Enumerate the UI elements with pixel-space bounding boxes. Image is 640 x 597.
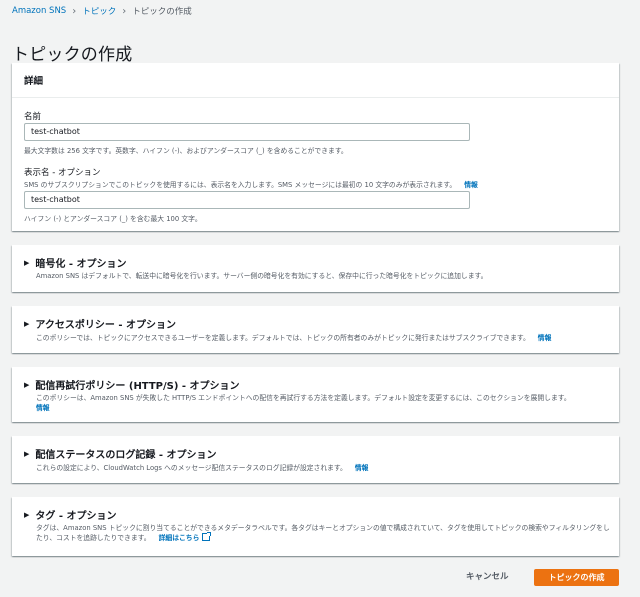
encryption-toggle[interactable]: ▶ 暗号化 - オプション xyxy=(24,255,127,271)
encryption-title: 暗号化 - オプション xyxy=(35,259,127,270)
cancel-button[interactable]: キャンセル xyxy=(466,570,509,582)
access-policy-info-link[interactable]: 情報 xyxy=(538,334,552,342)
logging-description: これらの設定により、CloudWatch Logs へのメッセージ配信ステータス… xyxy=(36,463,611,473)
display-name-desc-text: SMS のサブスクリプションでこのトピックを使用するには、表示名を入力します。S… xyxy=(24,181,457,189)
access-policy-description: このポリシーでは、トピックにアクセスできるユーザーを定義します。デフォルトでは、… xyxy=(36,333,611,343)
access-policy-toggle[interactable]: ▶ アクセスポリシー - オプション xyxy=(24,316,177,332)
name-label: 名前 xyxy=(24,112,42,122)
retry-policy-description: このポリシーは、Amazon SNS が失敗した HTTP/S エンドポイントへ… xyxy=(36,393,611,413)
breadcrumb-topics[interactable]: トピック xyxy=(82,5,116,17)
access-policy-desc-text: このポリシーでは、トピックにアクセスできるユーザーを定義します。デフォルトでは、… xyxy=(36,334,530,342)
caret-right-icon: ▶ xyxy=(24,258,30,267)
breadcrumb-current: トピックの作成 xyxy=(132,7,192,17)
chevron-right-icon: › xyxy=(122,5,127,17)
external-link-icon xyxy=(202,532,212,541)
tags-desc-text: タグは、Amazon SNS トピックに割り当てることができるメタデータラベルで… xyxy=(36,524,610,542)
tags-title: タグ - オプション xyxy=(35,511,117,522)
retry-policy-info-link[interactable]: 情報 xyxy=(36,404,50,412)
access-policy-title: アクセスポリシー - オプション xyxy=(35,320,177,331)
retry-policy-toggle[interactable]: ▶ 配信再試行ポリシー (HTTP/S) - オプション xyxy=(24,377,240,393)
display-name-description: SMS のサブスクリプションでこのトピックを使用するには、表示名を入力します。S… xyxy=(24,179,478,189)
caret-right-icon: ▶ xyxy=(24,380,30,389)
display-name-label: 表示名 - オプション xyxy=(24,168,101,178)
page-title: トピックの作成 xyxy=(12,45,133,66)
logging-title: 配信ステータスのログ記録 - オプション xyxy=(35,450,217,461)
name-input[interactable] xyxy=(24,123,470,141)
caret-right-icon: ▶ xyxy=(24,319,30,328)
retry-policy-desc-text: このポリシーは、Amazon SNS が失敗した HTTP/S エンドポイントへ… xyxy=(36,394,571,402)
tags-section: ▶ タグ - オプション タグは、Amazon SNS トピックに割り当てること… xyxy=(12,497,619,556)
encryption-section: ▶ 暗号化 - オプション Amazon SNS はデフォルトで、転送中に暗号化… xyxy=(12,245,619,292)
breadcrumb: Amazon SNS › トピック › トピックの作成 xyxy=(12,5,192,18)
retry-policy-section: ▶ 配信再試行ポリシー (HTTP/S) - オプション このポリシーは、Ama… xyxy=(12,367,619,422)
logging-info-link[interactable]: 情報 xyxy=(355,464,369,472)
details-header: 詳細 xyxy=(12,63,619,98)
tags-learn-more-link[interactable]: 詳細はこちら xyxy=(159,532,212,542)
breadcrumb-amazon-sns[interactable]: Amazon SNS xyxy=(12,6,66,16)
details-panel: 詳細 名前 最大文字数は 256 文字です。英数字、ハイフン (-)、およびアン… xyxy=(12,63,619,231)
chevron-right-icon: › xyxy=(72,5,77,17)
display-name-input[interactable] xyxy=(24,191,470,209)
display-name-info-link[interactable]: 情報 xyxy=(464,181,478,189)
tags-description: タグは、Amazon SNS トピックに割り当てることができるメタデータラベルで… xyxy=(36,523,611,543)
retry-policy-title: 配信再試行ポリシー (HTTP/S) - オプション xyxy=(35,381,240,392)
create-topic-button[interactable]: トピックの作成 xyxy=(534,569,619,586)
logging-section: ▶ 配信ステータスのログ記録 - オプション これらの設定により、CloudWa… xyxy=(12,436,619,483)
display-name-hint: ハイフン (-) とアンダースコア (_) を含む最大 100 文字。 xyxy=(24,215,202,223)
name-hint: 最大文字数は 256 文字です。英数字、ハイフン (-)、およびアンダースコア … xyxy=(24,147,348,155)
logging-toggle[interactable]: ▶ 配信ステータスのログ記録 - オプション xyxy=(24,446,217,462)
tags-toggle[interactable]: ▶ タグ - オプション xyxy=(24,507,117,523)
access-policy-section: ▶ アクセスポリシー - オプション このポリシーでは、トピックにアクセスできる… xyxy=(12,306,619,353)
encryption-description: Amazon SNS はデフォルトで、転送中に暗号化を行います。サーバー側の暗号… xyxy=(36,272,488,280)
caret-right-icon: ▶ xyxy=(24,449,30,458)
logging-desc-text: これらの設定により、CloudWatch Logs へのメッセージ配信ステータス… xyxy=(36,464,347,472)
caret-right-icon: ▶ xyxy=(24,510,30,519)
